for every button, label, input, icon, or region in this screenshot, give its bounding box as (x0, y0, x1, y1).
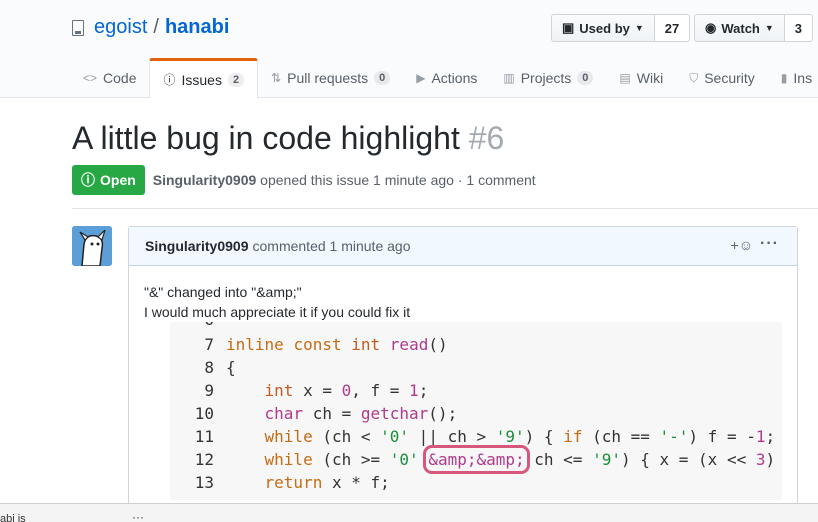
code-line: 8 { (170, 358, 236, 381)
code-line: 10 char ch = getchar(); (170, 404, 457, 427)
code-text: inline const int read() (226, 335, 448, 354)
tab-counter: 0 (577, 71, 594, 85)
used-by-label: Used by (579, 20, 630, 36)
tab-label: Security (704, 70, 755, 86)
code-line: 7 inline const int read() (170, 335, 448, 358)
eye-icon: ◉ (705, 20, 717, 35)
watch-button[interactable]: ◉ Watch ▼ (694, 14, 785, 42)
code-line: 9 int x = 0, f = 1; (170, 381, 428, 404)
line-number: 7 (204, 335, 214, 354)
status-badge: ⓘ Open (72, 165, 145, 195)
comment-author-link[interactable]: Singularity0909 (145, 238, 249, 254)
tab-label: Pull requests (287, 70, 369, 86)
pull-request-icon: ⇅ (271, 71, 282, 85)
issue-title-text: A little bug in code highlight (72, 120, 460, 156)
line-number: 12 (194, 450, 214, 469)
tab-counter: 0 (374, 71, 391, 85)
add-reaction-icon[interactable]: +☺ (731, 237, 753, 253)
package-icon: ▣ (562, 20, 575, 35)
tab-issues[interactable]: ⓘ Issues 2 (149, 58, 259, 99)
issue-author-link[interactable]: Singularity0909 (153, 172, 257, 188)
graph-icon: ▮ (780, 71, 788, 85)
tab-actions[interactable]: ▶ Actions (403, 58, 490, 98)
download-label[interactable]: abi is (0, 513, 26, 522)
code-screenshot: 6 7 inline const int read() 8 { 9 int x … (170, 322, 782, 500)
issue-meta-text: opened this issue 1 minute ago · 1 comme… (260, 172, 536, 188)
issue-meta: ⓘ Open Singularity0909 opened this issue… (72, 165, 536, 195)
comment-timestamp[interactable]: commented 1 minute ago (253, 238, 411, 254)
line-number: 13 (194, 473, 214, 492)
shield-icon: ⛉ (689, 70, 699, 85)
repo-header: egoist / hanabi ▣ Used by ▼ 27 ◉ Watch ▼… (0, 0, 818, 99)
code-icon: <> (83, 71, 98, 85)
issue-opened-icon: ⓘ (81, 172, 95, 188)
code-text: int x = 0, f = 1; (264, 381, 429, 400)
tab-code[interactable]: <> Code (70, 58, 149, 98)
used-by-count[interactable]: 27 (654, 14, 691, 42)
code-line: 6 (170, 322, 214, 333)
divider (72, 208, 818, 209)
repo-separator: / (153, 16, 159, 38)
tab-insights[interactable]: ▮ Ins (768, 58, 818, 98)
comment-text-line: "&" changed into "&amp;" (144, 284, 302, 300)
code-line: 13 return x * f; (170, 473, 390, 496)
highlighted-bug: &amp;&amp; (423, 445, 530, 474)
repo-name-link[interactable]: hanabi (165, 16, 229, 39)
more-options-icon[interactable]: ··· (132, 510, 144, 522)
repo-nav-tabs: <> Code ⓘ Issues 2 ⇅ Pull requests 0 ▶ A… (70, 58, 818, 99)
comment-header: Singularity0909 commented 1 minute ago +… (129, 227, 797, 266)
tab-wiki[interactable]: ▤ Wiki (606, 58, 676, 98)
used-by-button[interactable]: ▣ Used by ▼ (551, 14, 655, 42)
avatar[interactable] (72, 226, 112, 266)
line-number: 8 (204, 358, 214, 377)
comment-text-line: I would much appreciate it if you could … (144, 304, 411, 320)
tab-projects[interactable]: ▥ Projects 0 (490, 58, 606, 98)
repo-owner-link[interactable]: egoist (94, 16, 147, 39)
chevron-down-icon: ▼ (634, 23, 644, 33)
play-icon: ▶ (416, 71, 426, 85)
tab-label: Projects (520, 70, 572, 86)
code-line: 12 while (ch >= '0' &amp;&amp; ch <= '9'… (170, 445, 782, 474)
project-icon: ▥ (503, 71, 515, 85)
tab-pull-requests[interactable]: ⇅ Pull requests 0 (258, 58, 403, 98)
repo-title: egoist / hanabi (72, 16, 229, 39)
tab-label: Wiki (636, 70, 664, 86)
code-line: 11 while (ch < '0' || ch > '9') { if (ch… (170, 427, 782, 450)
issue-title: A little bug in code highlight #6 (72, 120, 504, 157)
download-bar: abi is ··· (0, 503, 818, 522)
used-by-group: ▣ Used by ▼ 27 (551, 14, 691, 42)
chevron-down-icon: ▼ (764, 23, 774, 33)
more-options-icon[interactable]: ··· (760, 235, 779, 253)
status-label: Open (100, 172, 136, 188)
line-number: 9 (204, 381, 214, 400)
tab-security[interactable]: ⛉ Security (676, 58, 768, 98)
watch-group: ◉ Watch ▼ 3 (694, 14, 814, 42)
line-number: 10 (194, 404, 214, 423)
watch-count[interactable]: 3 (784, 14, 814, 42)
repo-icon (72, 19, 84, 36)
code-text: { (226, 358, 236, 377)
tab-counter: 2 (227, 72, 245, 87)
tab-label: Code (103, 70, 137, 86)
code-text: return x * f; (264, 473, 390, 492)
issue-opened-icon: ⓘ (163, 73, 176, 87)
code-text: char ch = getchar(); (264, 404, 458, 423)
line-number: 6 (170, 322, 214, 333)
book-icon: ▤ (619, 71, 631, 85)
issue-number: #6 (468, 120, 505, 156)
code-text: while (ch >= '0' &amp;&amp; ch <= '9') {… (264, 445, 776, 474)
tab-label: Actions (431, 70, 478, 86)
tab-label: Ins (793, 70, 813, 86)
line-number: 11 (194, 427, 214, 446)
tab-label: Issues (181, 71, 222, 88)
watch-label: Watch (721, 20, 760, 36)
code-text: while (ch < '0' || ch > '9') { if (ch ==… (264, 427, 776, 446)
